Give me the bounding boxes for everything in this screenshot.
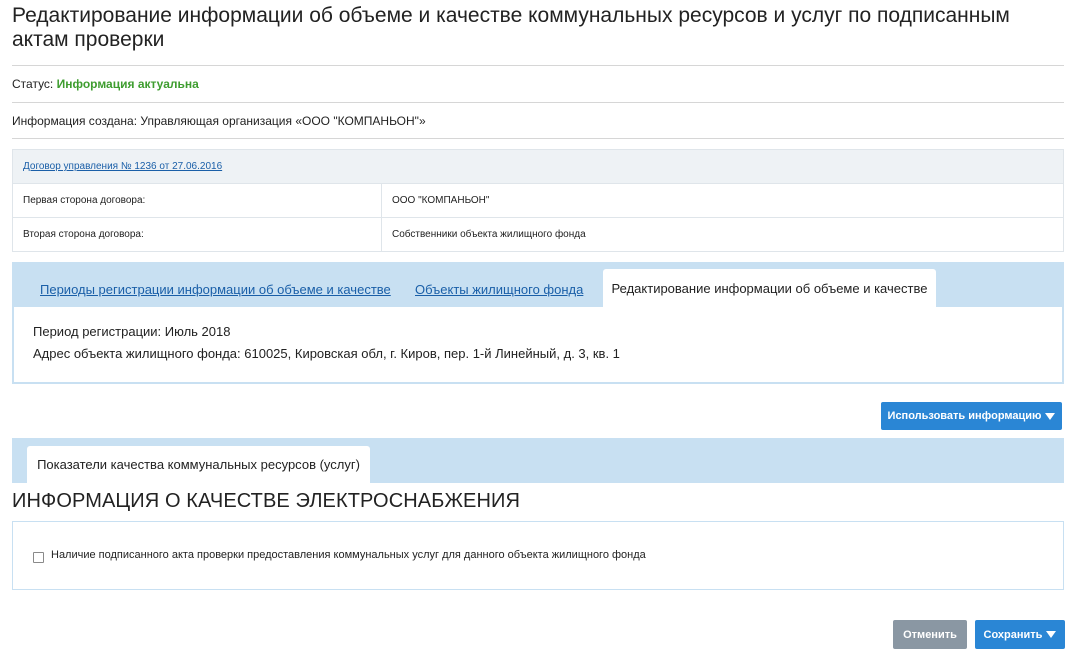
housing-object-address: Адрес объекта жилищного фонда: 610025, К… — [33, 346, 620, 361]
tab-registration-periods[interactable]: Периоды регистрации информации об объеме… — [40, 282, 391, 297]
signed-act-checkbox-label[interactable]: Наличие подписанного акта проверки предо… — [51, 549, 646, 561]
tab-edit-information[interactable]: Редактирование информации об объеме и ка… — [603, 269, 936, 307]
divider — [12, 138, 1064, 139]
section-heading: ИНФОРМАЦИЯ О КАЧЕСТВЕ ЭЛЕКТРОСНАБЖЕНИЯ — [12, 490, 521, 512]
cancel-button[interactable]: Отменить — [893, 620, 967, 649]
tab-housing-objects[interactable]: Объекты жилищного фонда — [415, 282, 583, 297]
contract-header-row: Договор управления № 1236 от 27.06.2016 — [12, 149, 1064, 184]
checkbox-panel: Наличие подписанного акта проверки предо… — [12, 521, 1064, 590]
contract-row-label: Первая сторона договора: — [12, 183, 382, 218]
page-title: Редактирование информации об объеме и ка… — [12, 4, 1010, 51]
quality-tabs-strip: Показатели качества коммунальных ресурсо… — [12, 438, 1064, 483]
contract-row-label: Вторая сторона договора: — [12, 217, 382, 252]
caret-down-icon — [1046, 631, 1057, 638]
contract-header-cell: Договор управления № 1236 от 27.06.2016 — [12, 149, 1064, 184]
registration-period: Период регистрации: Июль 2018 — [33, 324, 231, 339]
use-information-label: Использовать информацию — [887, 410, 1042, 422]
table-row: Первая сторона договора: ООО "КОМПАНЬОН" — [12, 183, 1064, 218]
caret-down-icon — [1045, 412, 1056, 420]
contract-row-value: ООО "КОМПАНЬОН" — [381, 183, 1064, 218]
signed-act-checkbox[interactable] — [33, 552, 44, 563]
contract-table: Договор управления № 1236 от 27.06.2016 … — [12, 149, 1064, 252]
use-information-button[interactable]: Использовать информацию — [881, 402, 1062, 430]
contract-link[interactable]: Договор управления № 1236 от 27.06.2016 — [23, 161, 222, 172]
table-row: Вторая сторона договора: Собственники об… — [12, 217, 1064, 252]
divider — [12, 102, 1064, 103]
cancel-label: Отменить — [903, 628, 957, 641]
tab-quality-indicators[interactable]: Показатели качества коммунальных ресурсо… — [27, 446, 370, 483]
divider — [12, 65, 1064, 66]
registration-tabs-panel: Периоды регистрации информации об объеме… — [12, 262, 1064, 384]
status-value: Информация актуальна — [56, 77, 199, 91]
status-row: Статус: Информация актуальна — [12, 77, 199, 91]
save-button[interactable]: Сохранить — [975, 620, 1065, 649]
status-label: Статус: — [12, 77, 54, 91]
created-info: Информация создана: Управляющая организа… — [12, 114, 426, 128]
contract-row-value: Собственники объекта жилищного фонда — [381, 217, 1064, 252]
tab-content: Период регистрации: Июль 2018 Адрес объе… — [14, 307, 1062, 382]
save-label: Сохранить — [983, 628, 1043, 641]
